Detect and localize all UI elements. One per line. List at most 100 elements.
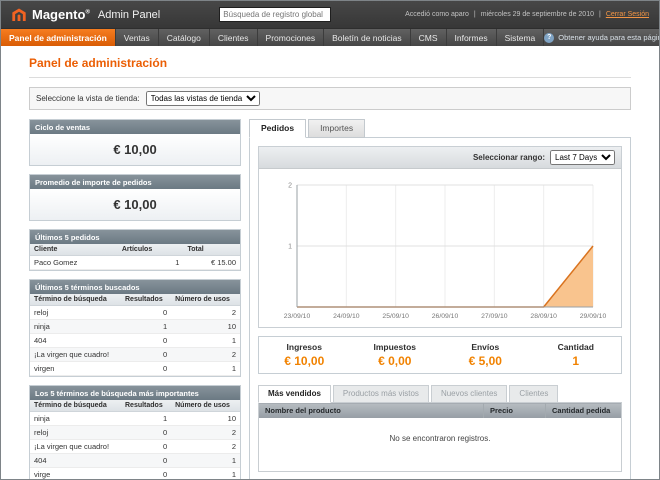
- average-orders-widget: Promedio de importe de pedidos € 10,00: [29, 174, 241, 221]
- cell: reloj: [30, 426, 121, 440]
- cell: 1: [118, 256, 184, 270]
- order-row[interactable]: Paco Gomez 1 € 15.00: [30, 256, 240, 270]
- tab-clientes: Clientes: [509, 385, 558, 403]
- diagram-tabs: Pedidos Importes: [249, 119, 631, 138]
- column-header: Número de usos: [171, 400, 240, 412]
- nav-item-ventas[interactable]: Ventas: [116, 29, 159, 46]
- nav-item-promociones[interactable]: Promociones: [258, 29, 325, 46]
- logo-title: Magento®: [32, 7, 90, 22]
- cell: 0: [121, 426, 171, 440]
- svg-text:26/09/10: 26/09/10: [432, 313, 459, 320]
- nav-item-informes[interactable]: Informes: [447, 29, 497, 46]
- search-term-row[interactable]: ¡La virgen que cuadro! 0 2: [30, 348, 240, 362]
- cell: reloj: [30, 306, 121, 320]
- cell: virge: [30, 468, 121, 480]
- magento-logo[interactable]: Magento® Admin Panel: [11, 7, 160, 23]
- search-term-row[interactable]: virgen 0 1: [30, 362, 240, 376]
- column-header: Número de usos: [171, 294, 240, 306]
- help-label: Obtener ayuda para esta página: [558, 33, 660, 42]
- search-term-row[interactable]: reloj 0 2: [30, 306, 240, 320]
- page-help-link[interactable]: ? Obtener ayuda para esta página: [544, 29, 660, 46]
- cell: ninja: [30, 412, 121, 426]
- cell: 404: [30, 454, 121, 468]
- cell: 1: [171, 468, 240, 480]
- trademark-symbol: ®: [85, 10, 89, 16]
- dashboard-main: Pedidos Importes Seleccionar rango: Last…: [249, 119, 631, 480]
- tab-nuevos-clientes: Nuevos clientes: [431, 385, 507, 403]
- lifetime-sales-value: € 10,00: [30, 134, 240, 165]
- column-header: Cantidad pedida: [546, 403, 622, 419]
- tab-importes[interactable]: Importes: [308, 119, 365, 138]
- cell: 10: [171, 412, 240, 426]
- svg-text:28/09/10: 28/09/10: [530, 313, 557, 320]
- column-header: Término de búsqueda: [30, 400, 121, 412]
- cell: 2: [171, 440, 240, 454]
- cell: 1: [171, 454, 240, 468]
- top-search-terms-table: Término de búsqueda Resultados Número de…: [30, 400, 240, 480]
- empty-records-message: No se encontraron registros.: [259, 418, 622, 472]
- last-orders-table: Cliente Artículos Total Paco Gomez 1 € 1…: [30, 244, 240, 270]
- widget-title: Los 5 términos de búsqueda más important…: [30, 386, 240, 400]
- cell: 2: [171, 306, 240, 320]
- column-header: Término de búsqueda: [30, 294, 121, 306]
- svg-text:29/09/10: 29/09/10: [580, 313, 607, 320]
- page-title: Panel de administración: [29, 53, 631, 78]
- separator: |: [599, 11, 601, 18]
- grids-tabs: Más vendidos Productos más vistos Nuevos…: [258, 385, 622, 403]
- search-term-row[interactable]: 404 0 1: [30, 454, 240, 468]
- column-header: Precio: [484, 403, 546, 419]
- nav-item-catalogo[interactable]: Catálogo: [159, 29, 210, 46]
- global-search-input[interactable]: [219, 7, 331, 22]
- store-view-select[interactable]: Todas las vistas de tienda: [146, 91, 260, 106]
- cell: 0: [121, 306, 171, 320]
- logout-link[interactable]: Cerrar Sesión: [606, 11, 649, 18]
- stat-value: € 0,00: [350, 354, 441, 368]
- search-term-row[interactable]: ninja 1 10: [30, 412, 240, 426]
- search-term-row[interactable]: ninja 1 10: [30, 320, 240, 334]
- cell: € 15.00: [183, 256, 240, 270]
- search-term-row[interactable]: reloj 0 2: [30, 426, 240, 440]
- chart-toolbar: Seleccionar rango: Last 7 Days: [259, 147, 621, 169]
- tab-productos-mas-vistos: Productos más vistos: [333, 385, 429, 403]
- nav-item-cms[interactable]: CMS: [411, 29, 447, 46]
- average-orders-value: € 10,00: [30, 189, 240, 220]
- stat-value: € 5,00: [440, 354, 531, 368]
- totals-bar: Ingresos € 10,00 Impuestos € 0,00 Envíos…: [258, 336, 622, 374]
- last-orders-widget: Últimos 5 pedidos Cliente Artículos Tota…: [29, 229, 241, 271]
- lifetime-sales-widget: Ciclo de ventas € 10,00: [29, 119, 241, 166]
- cell: 1: [171, 362, 240, 376]
- nav-item-sistema[interactable]: Sistema: [497, 29, 545, 46]
- nav-item-clientes[interactable]: Clientes: [210, 29, 258, 46]
- main-navigation: Panel de administración Ventas Catálogo …: [1, 28, 659, 46]
- widget-title: Promedio de importe de pedidos: [30, 175, 240, 189]
- top-search-terms-widget: Los 5 términos de búsqueda más important…: [29, 385, 241, 480]
- tab-pedidos[interactable]: Pedidos: [249, 119, 306, 138]
- separator: |: [474, 11, 476, 18]
- search-term-row[interactable]: 404 0 1: [30, 334, 240, 348]
- help-icon: ?: [544, 33, 554, 43]
- column-header: Total: [183, 244, 240, 256]
- orders-panel: Seleccionar rango: Last 7 Days 1223/09/1…: [249, 137, 631, 480]
- cell: 0: [121, 362, 171, 376]
- search-term-row[interactable]: virge 0 1: [30, 468, 240, 480]
- cell: 0: [121, 440, 171, 454]
- nav-item-dashboard[interactable]: Panel de administración: [1, 29, 116, 46]
- range-label: Seleccionar rango:: [473, 153, 545, 162]
- column-header: Resultados: [121, 294, 171, 306]
- svg-text:24/09/10: 24/09/10: [333, 313, 360, 320]
- column-header: Resultados: [121, 400, 171, 412]
- widget-title: Ciclo de ventas: [30, 120, 240, 134]
- tab-mas-vendidos[interactable]: Más vendidos: [258, 385, 331, 403]
- session-info: Accedió como aparo | miércoles 29 de sep…: [405, 11, 649, 18]
- svg-text:1: 1: [288, 244, 292, 251]
- cell: 0: [121, 468, 171, 480]
- nav-item-boletin[interactable]: Boletín de noticias: [324, 29, 410, 46]
- widget-title: Últimos 5 pedidos: [30, 230, 240, 244]
- search-term-row[interactable]: ¡La virgen que cuadro! 0 2: [30, 440, 240, 454]
- cell: 10: [171, 320, 240, 334]
- cell: 2: [171, 426, 240, 440]
- cell: 0: [121, 334, 171, 348]
- range-select[interactable]: Last 7 Days: [550, 150, 615, 165]
- cell: 1: [121, 412, 171, 426]
- chart-area: 1223/09/1024/09/1025/09/1026/09/1027/09/…: [259, 169, 621, 327]
